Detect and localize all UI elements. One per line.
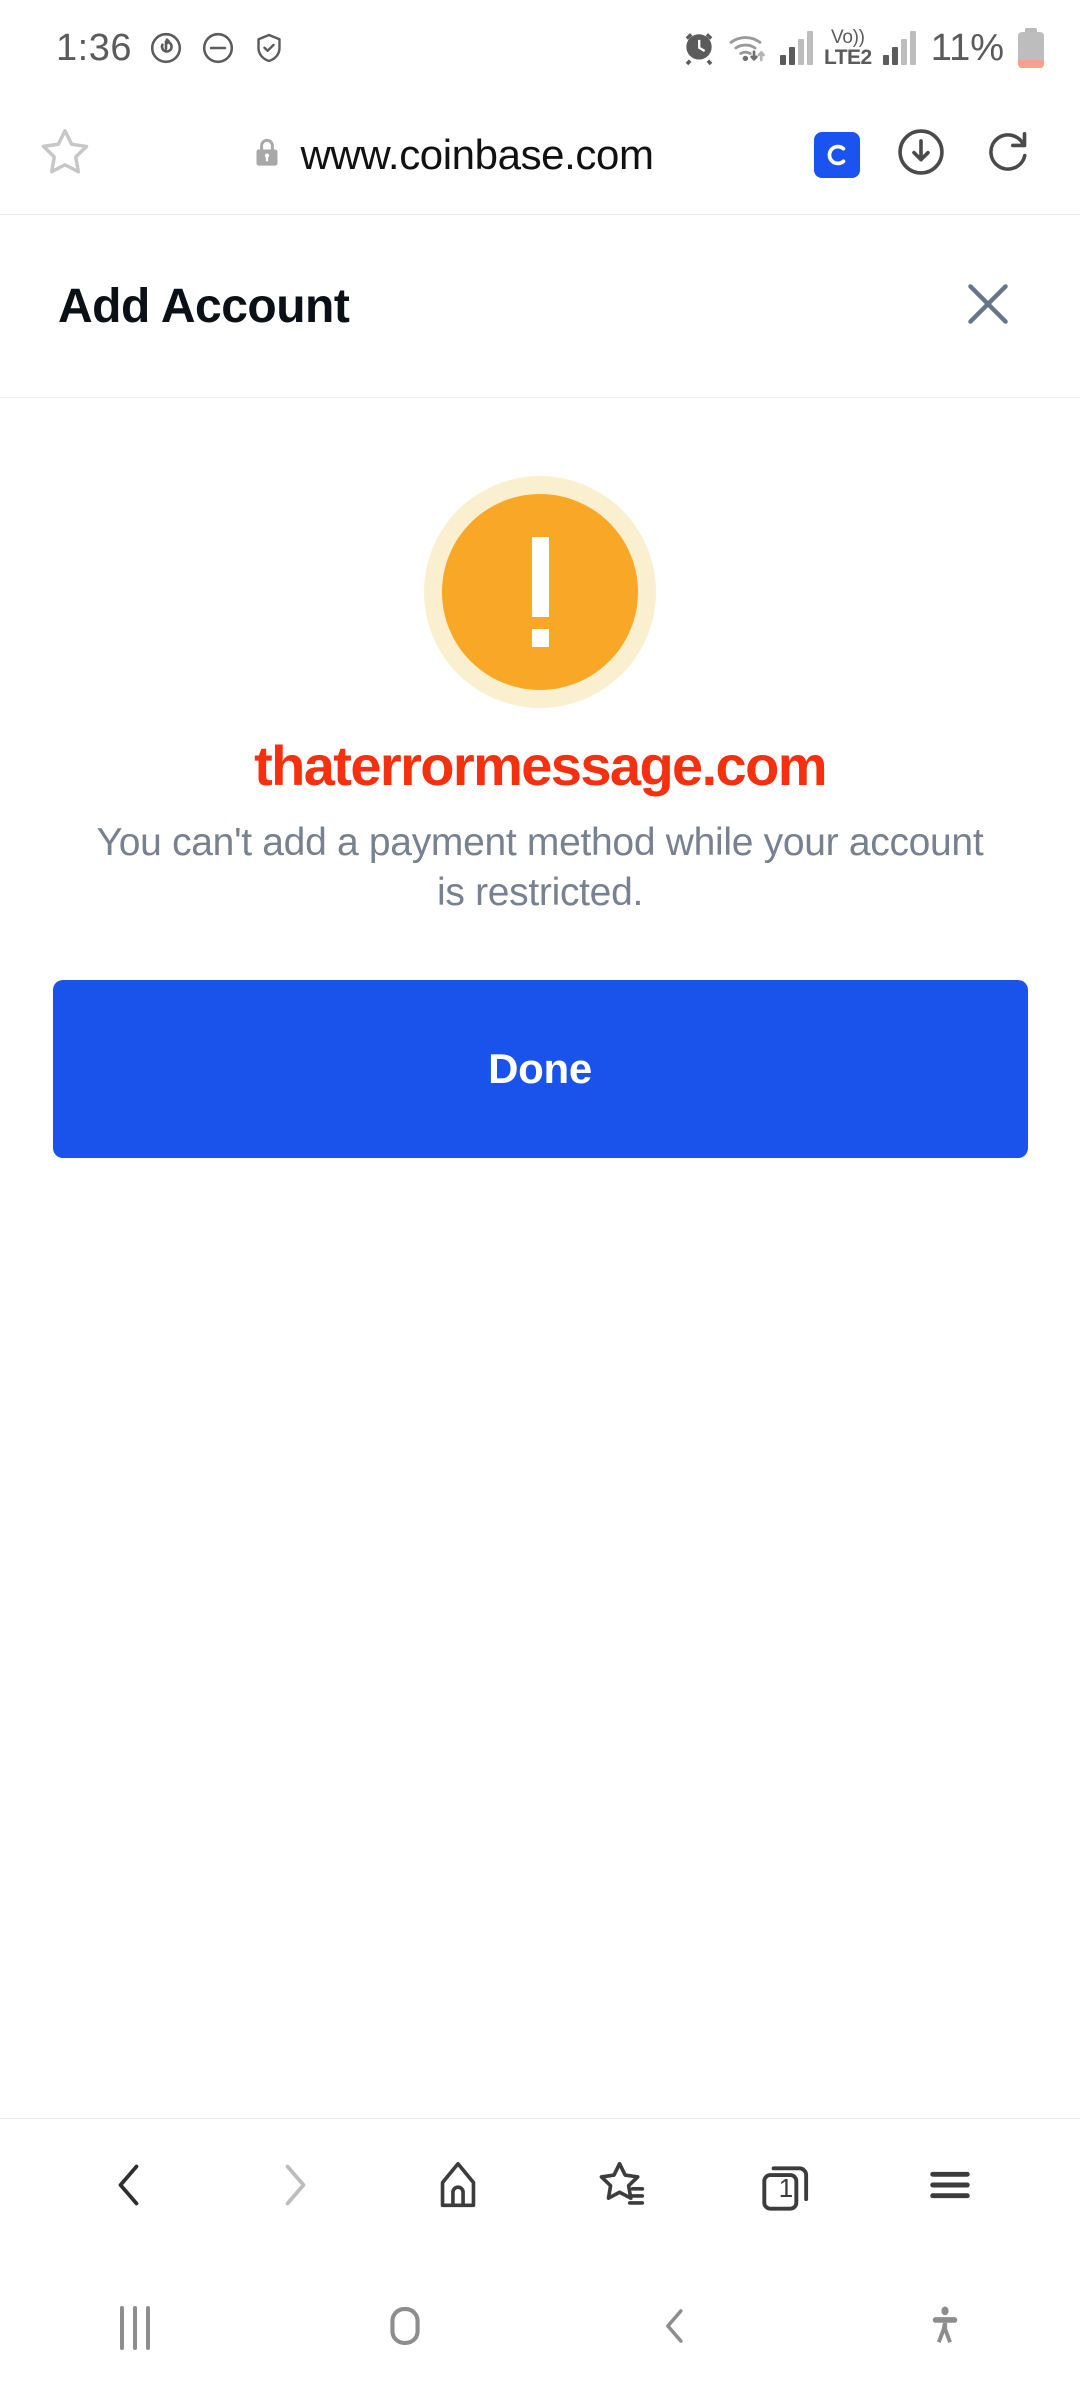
- close-button[interactable]: [948, 266, 1028, 346]
- star-outline-icon: [37, 124, 93, 185]
- url-bar-actions: [814, 125, 1052, 184]
- forward-chevron-icon: [264, 2155, 324, 2220]
- download-circle-icon[interactable]: [894, 125, 948, 184]
- android-navigation-bar: [0, 2256, 1080, 2400]
- sync-icon: [148, 30, 184, 66]
- android-back-button[interactable]: [540, 2256, 810, 2400]
- home-icon: [429, 2156, 487, 2219]
- phone-screen: 1:36 Vo)) LTE2 11% www.coinbase.com Add …: [0, 0, 1080, 2400]
- home-circle-icon: [379, 2300, 431, 2357]
- android-home-button[interactable]: [270, 2256, 540, 2400]
- battery-icon: [1018, 27, 1044, 68]
- recent-apps-button[interactable]: [0, 2256, 270, 2400]
- url-text: www.coinbase.com: [300, 130, 654, 178]
- page-title: Add Account: [58, 279, 350, 333]
- close-x-icon: [957, 273, 1019, 340]
- back-chevron-icon: [100, 2155, 160, 2220]
- error-content: thaterrormessage.com You can't add a pay…: [0, 398, 1080, 2118]
- status-bar: 1:36 Vo)) LTE2 11%: [0, 0, 1080, 95]
- do-not-disturb-icon: [200, 30, 236, 66]
- accessibility-button[interactable]: [810, 2256, 1080, 2400]
- signal-bars-2-icon: [882, 30, 916, 65]
- coinbase-site-badge[interactable]: [814, 131, 860, 178]
- warning-icon-circle: [442, 494, 638, 690]
- wifi-icon: [727, 29, 771, 67]
- signal-bars-icon: [779, 30, 813, 65]
- status-bar-right: Vo)) LTE2 11%: [680, 26, 1044, 69]
- back-icon: [650, 2301, 700, 2356]
- warning-exclamation-icon: [424, 476, 656, 708]
- browser-bottom-bar: 1: [0, 2118, 1080, 2256]
- error-message: You can't add a payment method while you…: [96, 821, 984, 914]
- watermark-text: thaterrormessage.com: [254, 734, 827, 797]
- done-button[interactable]: Done: [52, 979, 1028, 1158]
- hamburger-menu-icon: [922, 2157, 978, 2218]
- browser-back-button[interactable]: [75, 2133, 185, 2243]
- sheet-header: Add Account: [0, 215, 1080, 398]
- lock-icon: [250, 134, 284, 175]
- battery-percent-label: 11%: [930, 26, 1004, 69]
- exclamation-glyph: [531, 537, 549, 647]
- status-bar-left: 1:36: [56, 29, 286, 67]
- browser-tabs-button[interactable]: 1: [731, 2133, 841, 2243]
- browser-home-button[interactable]: [403, 2133, 513, 2243]
- bookmarks-star-icon: [593, 2156, 651, 2219]
- volte-icon: Vo)) LTE2: [823, 26, 872, 69]
- browser-bookmarks-button[interactable]: [567, 2133, 677, 2243]
- recent-apps-icon: [120, 2306, 150, 2350]
- alarm-icon: [680, 29, 718, 67]
- browser-menu-button[interactable]: [895, 2133, 1005, 2243]
- tabs-icon: 1: [754, 2156, 818, 2220]
- browser-url-bar: www.coinbase.com: [0, 95, 1080, 215]
- address-field[interactable]: www.coinbase.com: [90, 131, 814, 179]
- browser-forward-button[interactable]: [239, 2133, 349, 2243]
- accessibility-icon: [922, 2300, 968, 2357]
- tab-count-label: 1: [778, 2172, 794, 2203]
- clock-time: 1:36: [56, 26, 132, 69]
- shield-check-icon: [252, 30, 286, 66]
- reload-icon[interactable]: [982, 125, 1036, 184]
